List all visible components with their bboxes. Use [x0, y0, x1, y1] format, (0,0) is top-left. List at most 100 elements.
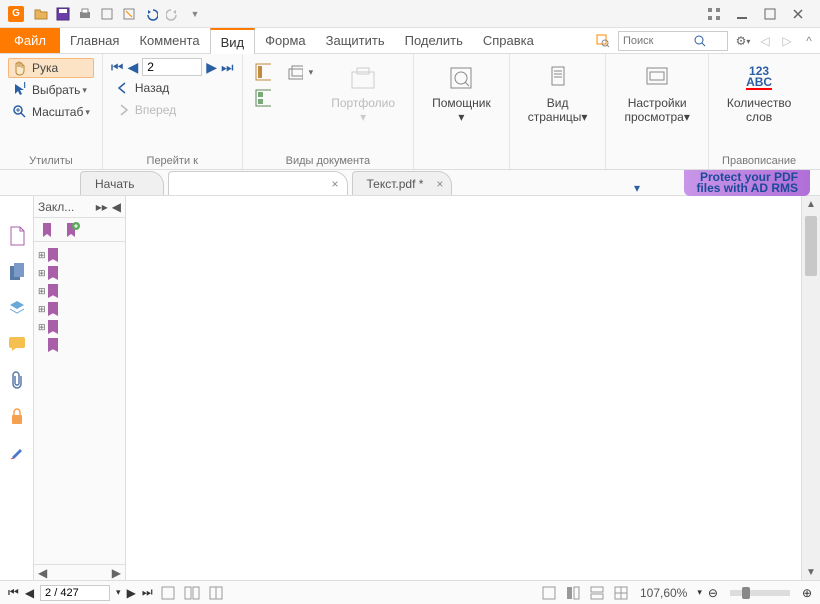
qat-dd-icon[interactable]: ▼	[186, 5, 204, 23]
chevron-down-icon[interactable]: ▾	[684, 110, 690, 124]
redo-icon[interactable]	[164, 5, 182, 23]
sb-prev-page-icon[interactable]: ◀	[25, 586, 34, 600]
expand-icon[interactable]: ⊞	[38, 286, 48, 297]
zoom-knob[interactable]	[742, 587, 750, 599]
next-page-icon[interactable]: ▶	[206, 59, 217, 76]
expand-icon[interactable]: ⊞	[38, 322, 48, 333]
scroll-down-icon[interactable]: ▼	[802, 564, 820, 580]
zoom-in-icon[interactable]: ⊕	[802, 586, 812, 600]
sb-view-3-icon[interactable]	[588, 585, 606, 601]
doctabs-menu-icon[interactable]: ▾	[634, 181, 640, 195]
bookmark-tool-icon[interactable]	[40, 222, 54, 238]
vertical-scrollbar[interactable]: ▲ ▼	[802, 196, 820, 580]
page-number-input[interactable]	[142, 58, 202, 76]
gear-icon[interactable]: ⚙▾	[734, 32, 752, 50]
attachments-icon[interactable]	[7, 370, 27, 390]
bookmark-item[interactable]: ⊞	[36, 318, 123, 336]
forward-button[interactable]: Вперед	[111, 100, 234, 120]
sign-icon[interactable]	[7, 442, 27, 462]
minimize-icon[interactable]	[732, 5, 752, 23]
scroll-thumb[interactable]	[805, 216, 817, 276]
sb-view-2-icon[interactable]	[564, 585, 582, 601]
panel-expand-icon[interactable]: ▸▸	[96, 200, 108, 214]
pages-icon[interactable]	[7, 262, 27, 282]
security-icon[interactable]	[7, 406, 27, 426]
nav-prev-icon[interactable]: ◁	[756, 32, 774, 50]
maximize-icon[interactable]	[760, 5, 780, 23]
expand-icon[interactable]: ⊞	[38, 250, 48, 261]
save-icon[interactable]	[54, 5, 72, 23]
sb-first-page-icon[interactable]: ⏮	[8, 585, 19, 600]
zoom-out-icon[interactable]: ⊖	[708, 586, 718, 600]
layers-icon[interactable]	[7, 298, 27, 318]
search-input[interactable]	[618, 31, 728, 51]
docview-1-button[interactable]	[251, 62, 279, 82]
back-button[interactable]: Назад	[111, 78, 234, 98]
chevron-down-icon[interactable]: ▾	[85, 107, 90, 118]
docview-3-button[interactable]: ▾	[283, 62, 318, 82]
tab-form[interactable]: Форма	[255, 28, 316, 53]
qat-icon-1[interactable]	[98, 5, 116, 23]
doctab-start[interactable]: Начать	[80, 171, 164, 195]
nav-next-icon[interactable]: ▷	[778, 32, 796, 50]
zoom-tool-button[interactable]: Масштаб ▾	[8, 102, 94, 122]
select-tool-button[interactable]: T Выбрать ▾	[8, 80, 94, 100]
bookmark-item[interactable]: ⊞	[36, 246, 123, 264]
expand-icon[interactable]: ⊞	[38, 304, 48, 315]
page-icon[interactable]	[7, 226, 27, 246]
sb-last-page-icon[interactable]: ⏭	[142, 585, 153, 600]
word-count-button[interactable]: 123ABC Количество слов	[717, 58, 801, 128]
bookmark-item[interactable]: ⊞	[36, 264, 123, 282]
tab-comment[interactable]: Коммента	[129, 28, 209, 53]
zoom-dd-icon[interactable]: ▾	[697, 587, 702, 598]
tab-view[interactable]: Вид	[210, 28, 256, 54]
chevron-down-icon[interactable]: ▾	[458, 110, 464, 124]
sb-layout-1-icon[interactable]	[159, 585, 177, 601]
chevron-down-icon[interactable]: ▾	[309, 67, 314, 78]
qat-icon-2[interactable]	[120, 5, 138, 23]
bookmark-item[interactable]	[36, 336, 123, 354]
panel-menu-icon[interactable]: ◀	[112, 200, 121, 214]
doctab-1[interactable]: ×	[168, 171, 348, 195]
search-icon[interactable]	[693, 34, 707, 48]
chevron-down-icon[interactable]: ▾	[581, 110, 587, 124]
assistant-button[interactable]: Помощник ▾	[422, 58, 501, 128]
bookmark-add-icon[interactable]	[64, 222, 80, 238]
document-viewport[interactable]	[126, 196, 802, 580]
panel-hscroll[interactable]: ◀▶	[34, 564, 125, 580]
comments-icon[interactable]	[7, 334, 27, 354]
tab-share[interactable]: Поделить	[395, 28, 473, 53]
open-icon[interactable]	[32, 5, 50, 23]
close-tab-icon[interactable]: ×	[436, 177, 443, 191]
sb-view-4-icon[interactable]	[612, 585, 630, 601]
tab-home[interactable]: Главная	[60, 28, 129, 53]
print-icon[interactable]	[76, 5, 94, 23]
sb-next-page-icon[interactable]: ▶	[127, 586, 136, 600]
bookmark-item[interactable]: ⊞	[36, 282, 123, 300]
prev-page-icon[interactable]: ◀	[127, 59, 138, 76]
tab-file[interactable]: Файл	[0, 28, 60, 53]
tab-help[interactable]: Справка	[473, 28, 544, 53]
sb-page-dd-icon[interactable]: ▾	[116, 587, 121, 598]
last-page-icon[interactable]: ⏭	[221, 59, 234, 76]
ribbon-mode-icon[interactable]	[704, 5, 724, 23]
first-page-icon[interactable]: ⏮	[111, 59, 124, 76]
collapse-ribbon-icon[interactable]: ^	[800, 32, 818, 50]
search-field[interactable]	[623, 35, 693, 47]
view-settings-button[interactable]: Настройки просмотра▾	[614, 58, 699, 128]
bookmark-item[interactable]: ⊞	[36, 300, 123, 318]
chevron-down-icon[interactable]: ▾	[82, 85, 87, 96]
sb-layout-3-icon[interactable]	[207, 585, 225, 601]
sb-layout-2-icon[interactable]	[183, 585, 201, 601]
ad-banner[interactable]: Protect your PDF files with AD RMS	[684, 170, 810, 196]
zoom-slider[interactable]	[730, 590, 790, 596]
page-view-button[interactable]: Вид страницы▾	[518, 58, 598, 128]
expand-icon[interactable]: ⊞	[38, 268, 48, 279]
sb-view-1-icon[interactable]	[540, 585, 558, 601]
scroll-up-icon[interactable]: ▲	[802, 196, 820, 212]
close-tab-icon[interactable]: ×	[331, 177, 338, 191]
close-icon[interactable]	[788, 5, 808, 23]
undo-icon[interactable]	[142, 5, 160, 23]
hand-tool-button[interactable]: Рука	[8, 58, 94, 78]
find-icon[interactable]	[594, 32, 612, 50]
